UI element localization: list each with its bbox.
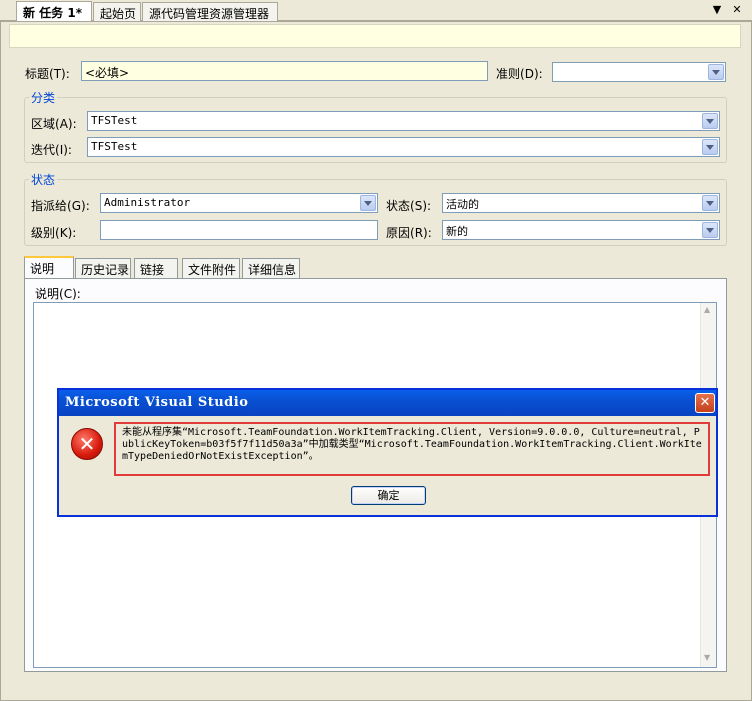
tab-links[interactable]: 链接 <box>134 258 178 278</box>
dialog-title: Microsoft Visual Studio <box>59 390 716 416</box>
error-message: 未能从程序集“Microsoft.TeamFoundation.WorkItem… <box>114 422 710 476</box>
chevron-down-icon[interactable] <box>702 222 718 238</box>
chevron-down-icon[interactable] <box>360 195 376 211</box>
iteration-select[interactable]: TFSTest <box>87 137 720 157</box>
tab-description[interactable]: 说明 <box>24 256 74 279</box>
assigned-to-label: 指派给(G): <box>31 199 90 213</box>
iteration-label: 迭代(I): <box>31 143 72 157</box>
info-bar <box>9 24 741 48</box>
title-label: 标题(T): <box>25 67 70 81</box>
area-select[interactable]: TFSTest <box>87 111 720 131</box>
doc-tab-start-page[interactable]: 起始页 <box>93 2 141 21</box>
description-label: 说明(C): <box>35 287 81 301</box>
state-select[interactable]: 活动的 <box>442 193 720 213</box>
reason-select[interactable]: 新的 <box>442 220 720 240</box>
state-label: 状态(S): <box>386 199 432 213</box>
doc-tab-new-task[interactable]: 新 任务 1* <box>16 1 92 21</box>
reason-label: 原因(R): <box>386 226 432 240</box>
chevron-down-icon[interactable]: ▼ <box>710 3 724 17</box>
assigned-to-select[interactable]: Administrator <box>100 193 378 213</box>
area-label: 区域(A): <box>31 117 77 131</box>
tab-file-attachments[interactable]: 文件附件 <box>182 258 240 278</box>
classification-title: 分类 <box>29 89 58 106</box>
close-icon[interactable]: ✕ <box>695 393 715 413</box>
ok-button[interactable]: 确定 <box>351 486 426 505</box>
rank-input[interactable] <box>100 220 378 240</box>
chevron-down-icon[interactable] <box>702 139 718 155</box>
rank-label: 级别(K): <box>31 226 77 240</box>
close-icon[interactable]: ✕ <box>730 3 744 17</box>
scroll-down-icon[interactable]: ▼ <box>704 653 710 662</box>
tab-history[interactable]: 历史记录 <box>75 258 131 278</box>
rule-select[interactable] <box>552 62 726 82</box>
rule-label: 准则(D): <box>496 67 543 81</box>
chevron-down-icon[interactable] <box>702 195 718 211</box>
chevron-down-icon[interactable] <box>708 64 724 80</box>
status-title: 状态 <box>29 171 58 188</box>
error-dialog: Microsoft Visual Studio ✕ ✕ 未能从程序集“Micro… <box>57 388 718 517</box>
doc-tab-source-control-explorer[interactable]: 源代码管理资源管理器 <box>142 2 278 21</box>
error-icon: ✕ <box>71 428 103 460</box>
tab-details[interactable]: 详细信息 <box>242 258 300 278</box>
title-input[interactable]: <必填> <box>81 61 488 81</box>
scroll-up-icon[interactable]: ▲ <box>704 305 710 314</box>
chevron-down-icon[interactable] <box>702 113 718 129</box>
